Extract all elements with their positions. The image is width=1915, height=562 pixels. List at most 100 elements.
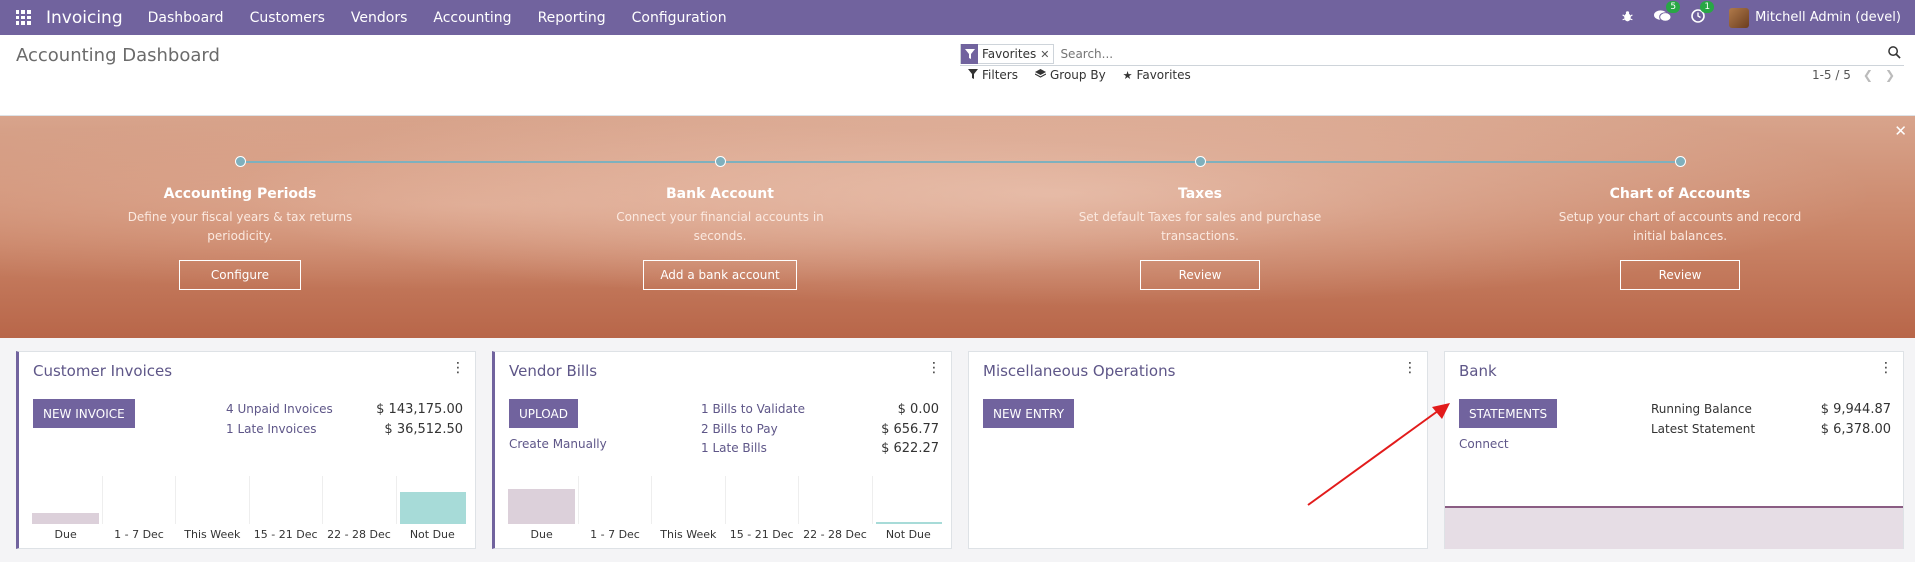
messages-icon[interactable]: 5 [1654, 0, 1681, 27]
chart-label: 1 - 7 Dec [114, 528, 164, 541]
new-invoice-button[interactable]: NEW INVOICE [33, 399, 135, 428]
chart-bar [875, 522, 942, 524]
chart-label: Due [54, 528, 77, 541]
close-icon[interactable]: ✕ [1894, 122, 1907, 140]
page-title: Accounting Dashboard [16, 45, 220, 66]
bank-balance-graph[interactable] [1445, 506, 1903, 549]
activities-clock-icon[interactable]: 1 [1691, 0, 1715, 27]
statements-button[interactable]: STATEMENTS [1459, 399, 1558, 428]
aging-bar-chart: Due 1 - 7 Dec This Week 15 - 21 Dec 22 -… [29, 476, 470, 541]
pager-previous-icon[interactable]: ❮ [1863, 68, 1873, 82]
stat-row: 4 Unpaid Invoices [226, 402, 333, 416]
card-options-icon[interactable]: ⋮ [451, 360, 465, 376]
chart-column[interactable] [397, 476, 470, 524]
pager: 1-5 / 5 ❮ ❯ [1812, 68, 1895, 82]
bills-to-validate-link[interactable]: 1 Bills to Validate [701, 402, 805, 416]
bank-card: Bank ⋮ STATEMENTS Connect Running Balanc… [1444, 351, 1904, 549]
annotation-arrow-icon [1307, 403, 1450, 506]
chart-column[interactable] [652, 476, 726, 524]
chart-of-accounts-review-button[interactable]: Review [1620, 260, 1740, 290]
aging-bar-chart: Due 1 - 7 Dec This Week 15 - 21 Dec 22 -… [505, 476, 946, 541]
create-manually-link[interactable]: Create Manually [509, 437, 607, 451]
menu-accounting[interactable]: Accounting [420, 10, 524, 26]
group-by-button[interactable]: Group By [1034, 68, 1106, 82]
chart-column[interactable] [873, 476, 946, 524]
filter-funnel-icon [961, 44, 978, 64]
apps-menu-icon[interactable] [0, 0, 46, 35]
chart-column[interactable] [726, 476, 799, 524]
onboarding-banner: ✕ Accounting Periods Define your fiscal … [0, 116, 1915, 338]
progress-line [240, 161, 720, 163]
card-options-icon[interactable]: ⋮ [927, 360, 941, 376]
chart-label: Not Due [409, 528, 455, 541]
menu-reporting[interactable]: Reporting [525, 10, 619, 26]
late-invoices-link[interactable]: 1 Late Invoices [226, 422, 317, 436]
step-dot [1675, 156, 1686, 167]
pager-value[interactable]: 1-5 / 5 [1812, 68, 1851, 82]
card-title[interactable]: Miscellaneous Operations [983, 362, 1175, 380]
stat-value: $ 143,175.00 [376, 402, 463, 417]
progress-line [1200, 161, 1680, 163]
step-taxes: Taxes Set default Taxes for sales and pu… [1070, 186, 1330, 246]
facet-label: Favorites [982, 47, 1037, 61]
new-entry-button[interactable]: NEW ENTRY [983, 399, 1075, 428]
chart-column[interactable] [505, 476, 579, 524]
filters-button[interactable]: Filters [968, 68, 1018, 82]
late-bills-link[interactable]: 1 Late Bills [701, 441, 767, 455]
step-description: Set default Taxes for sales and purchase [1078, 210, 1322, 224]
card-options-icon[interactable]: ⋮ [1403, 360, 1417, 376]
latest-statement-label: Latest Statement [1651, 422, 1756, 436]
chart-label: 22 - 28 Dec [803, 528, 867, 541]
chart-column[interactable] [323, 476, 397, 524]
stat-value: $ 622.27 [881, 441, 939, 456]
chart-column[interactable] [103, 476, 176, 524]
bug-icon[interactable] [1621, 9, 1634, 27]
card-title[interactable]: Vendor Bills [509, 362, 597, 380]
step-description: initial balances. [1632, 229, 1728, 243]
menu-customers[interactable]: Customers [237, 10, 338, 26]
card-options-icon[interactable]: ⋮ [1879, 360, 1893, 376]
search-options: Filters Group By ★ Favorites [968, 68, 1208, 82]
customer-invoices-card: Customer Invoices ⋮ NEW INVOICE 4 Unpaid… [16, 351, 476, 549]
search-input[interactable] [1060, 47, 1884, 61]
favorites-button[interactable]: ★ Favorites [1123, 68, 1191, 82]
search-icon[interactable] [1884, 45, 1904, 63]
chart-column[interactable] [799, 476, 873, 524]
progress-line [720, 161, 1200, 163]
bills-to-pay-link[interactable]: 2 Bills to Pay [701, 422, 778, 436]
step-description: Connect your financial accounts in [616, 210, 824, 224]
step-dot [1195, 156, 1206, 167]
search-bar: Favorites ✕ [960, 43, 1904, 66]
chart-bar [508, 489, 575, 524]
step-accounting-periods: Accounting Periods Define your fiscal ye… [110, 186, 370, 246]
chart-column[interactable] [29, 476, 103, 524]
taxes-review-button[interactable]: Review [1140, 260, 1260, 290]
unpaid-invoices-link[interactable]: 4 Unpaid Invoices [226, 402, 333, 416]
layers-icon [1034, 68, 1047, 82]
chart-column[interactable] [250, 476, 323, 524]
step-chart-of-accounts: Chart of Accounts Setup your chart of ac… [1550, 186, 1810, 246]
user-menu[interactable]: Mitchell Admin (devel) [1755, 10, 1901, 25]
upload-button[interactable]: UPLOAD [509, 399, 578, 428]
stat-row: 2 Bills to Pay [701, 422, 778, 436]
app-brand[interactable]: Invoicing [46, 8, 123, 28]
favorites-label: Favorites [1136, 68, 1191, 82]
facet-remove-icon[interactable]: ✕ [1040, 48, 1053, 61]
stat-row: 1 Bills to Validate [701, 402, 805, 416]
step-description: Define your fiscal years & tax returns [127, 210, 353, 224]
menu-configuration[interactable]: Configuration [619, 10, 740, 26]
add-bank-account-button[interactable]: Add a bank account [643, 260, 797, 290]
chart-label: 15 - 21 Dec [253, 528, 318, 541]
chart-column[interactable] [579, 476, 652, 524]
pager-next-icon[interactable]: ❯ [1885, 68, 1895, 82]
chart-label: 22 - 28 Dec [327, 528, 391, 541]
user-avatar[interactable] [1729, 7, 1750, 28]
connect-link[interactable]: Connect [1459, 437, 1509, 451]
menu-vendors[interactable]: Vendors [338, 10, 420, 26]
card-title[interactable]: Customer Invoices [33, 362, 172, 380]
chart-column[interactable] [176, 476, 250, 524]
menu-dashboard[interactable]: Dashboard [135, 10, 237, 26]
vendor-bills-card: Vendor Bills ⋮ UPLOAD Create Manually 1 … [492, 351, 952, 549]
configure-button[interactable]: Configure [179, 260, 301, 290]
card-title[interactable]: Bank [1459, 362, 1497, 380]
